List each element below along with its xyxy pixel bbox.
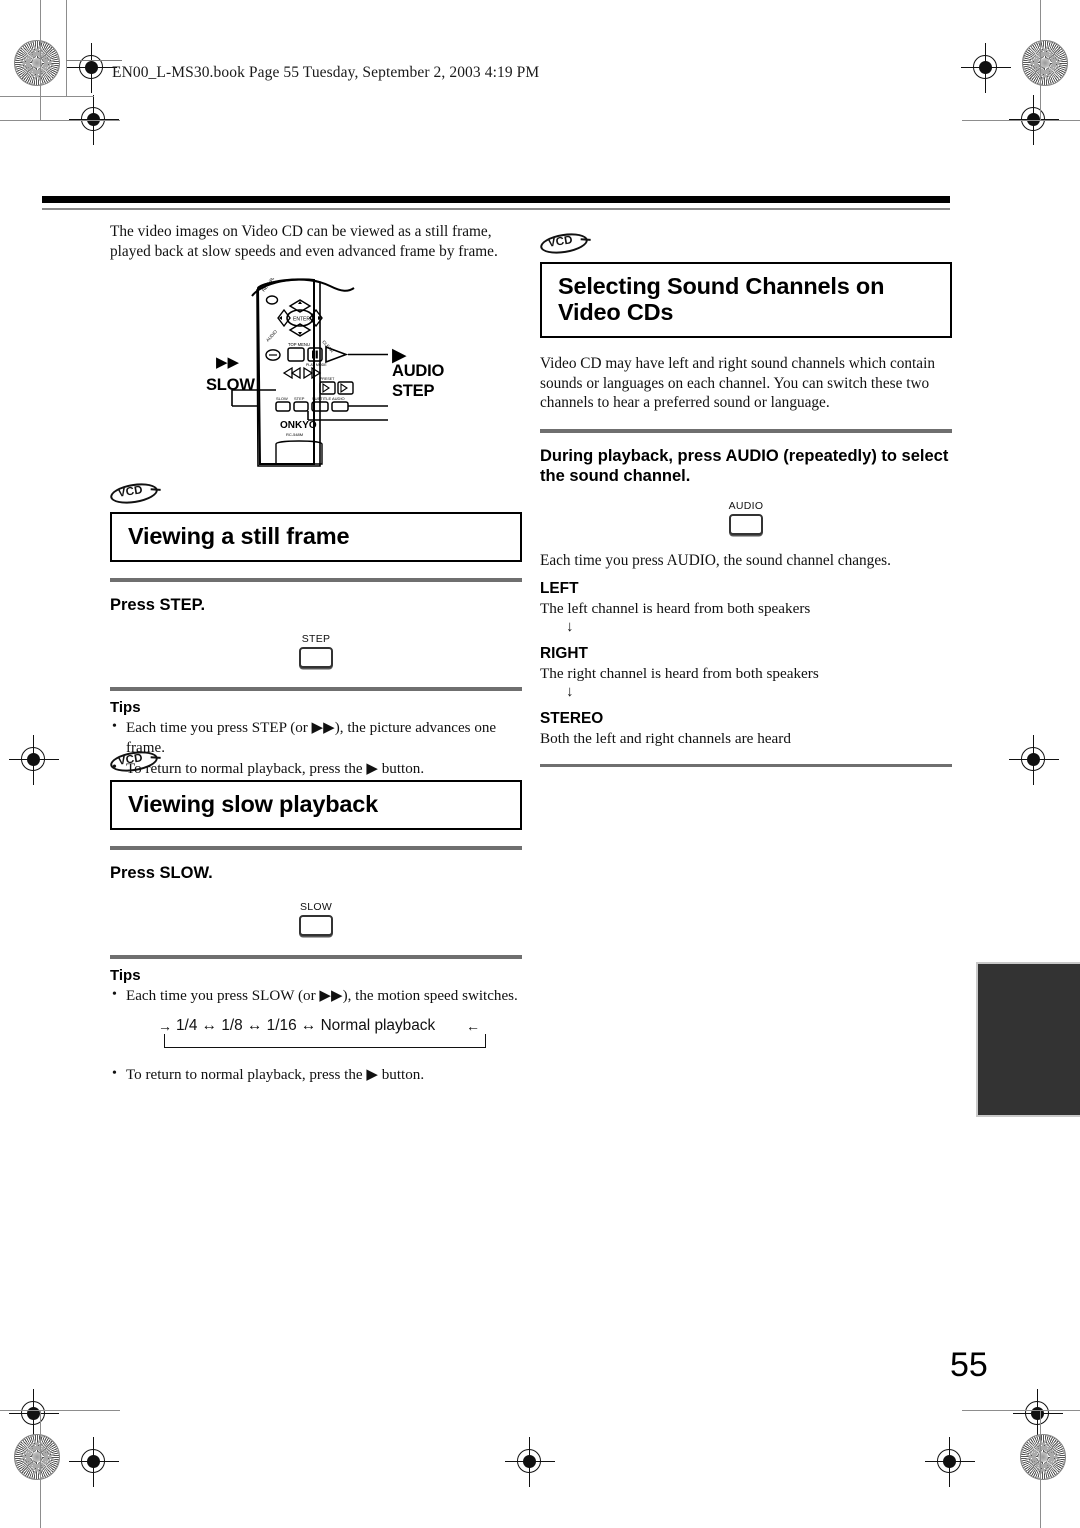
- sound-channels-intro: Video CD may have left and right sound c…: [540, 355, 935, 412]
- trim-line-top-right-horizontal: [962, 120, 1080, 122]
- trim-line-top-horizontal-2: [0, 96, 94, 98]
- svg-text:SUBTITLE: SUBTITLE: [312, 396, 331, 401]
- instruction-press-slow: Press SLOW.: [110, 864, 213, 883]
- audio-press-note: Each time you press AUDIO, the sound cha…: [540, 551, 891, 569]
- trim-line-right-vertical: [1040, 0, 1042, 120]
- tips-divider-rule-still: [110, 687, 522, 691]
- trim-line-top-horizontal: [0, 120, 120, 122]
- button-icon-slow: SLOW: [110, 901, 522, 937]
- channel-entry-stereo: STEREO Both the left and right channels …: [540, 710, 952, 748]
- sound-channels-divider-rule: [540, 428, 952, 433]
- page-number: 55: [950, 1346, 988, 1384]
- button-icon-slow-key: [299, 915, 333, 937]
- channel-name: RIGHT: [540, 644, 588, 662]
- tips-title-slow: Tips: [110, 966, 141, 984]
- intro-paragraph: The video images on Video CD can be view…: [110, 223, 498, 260]
- tips-list-slow-first: Each time you press SLOW (or ▶▶), the mo…: [110, 985, 522, 1006]
- callout-audio-label: AUDIO: [392, 362, 445, 380]
- svg-text:PLAY MODE: PLAY MODE: [306, 363, 327, 367]
- svg-text:SLOW: SLOW: [276, 396, 288, 401]
- cycle-lead-out-arrow: ←: [466, 1017, 480, 1034]
- trim-line-left-vertical: [40, 0, 42, 120]
- button-icon-step: STEP: [110, 633, 522, 669]
- channel-description: Both the left and right channels are hea…: [540, 729, 791, 747]
- instruction-press-step: Press STEP.: [110, 596, 206, 615]
- button-icon-step-key: [299, 647, 333, 669]
- trim-line-bottom-right-vertical: [1040, 1410, 1042, 1528]
- channel-description: The right channel is heard from both spe…: [540, 664, 819, 682]
- button-icon-step-label: STEP: [301, 633, 331, 646]
- file-header-line: EN00_L-MS30.book Page 55 Tuesday, Septem…: [112, 64, 540, 81]
- remote-control-illustration: RETURN ENTER AUDIO CLEAR TOP MENU PLAY M…: [202, 274, 445, 468]
- instruction-press-audio: During playback, press AUDIO (repeatedly…: [540, 446, 949, 485]
- channel-entry-right: RIGHT The right channel is heard from bo…: [540, 645, 952, 701]
- cycle-loop-bracket: [164, 1033, 486, 1048]
- svg-text:CLEAR: CLEAR: [321, 339, 335, 353]
- section-divider-rule: [110, 578, 522, 583]
- channel-name: STEREO: [540, 709, 604, 727]
- channel-description: The left channel is heard from both spea…: [540, 599, 811, 617]
- tips-divider-rule-slow: [110, 955, 522, 959]
- registration-mark-bottom-right: [1013, 1389, 1063, 1439]
- tip-item: To return to normal playback, press the …: [110, 1064, 522, 1085]
- vcd-badge-slow-playback: VCD: [108, 748, 162, 775]
- svg-text:STEP: STEP: [294, 396, 305, 401]
- fast-forward-glyph-callout: ▶▶: [216, 355, 240, 371]
- callout-step-label: STEP: [392, 382, 435, 400]
- registration-starburst-top-right: [1022, 40, 1068, 86]
- button-icon-slow-label: SLOW: [299, 901, 333, 914]
- section-title-slow-playback: Viewing slow playback: [110, 780, 522, 830]
- callout-slow-label: SLOW: [206, 376, 255, 394]
- svg-text:ENTER: ENTER: [293, 317, 310, 323]
- button-icon-audio-label: AUDIO: [728, 499, 764, 512]
- registration-mark-left-middle: [9, 735, 59, 785]
- page-top-rule-gray: [42, 208, 950, 211]
- speed-cycle-diagram: → 1/4 ↔ 1/8 ↔ 1/16 ↔ Normal playback ←: [158, 1017, 488, 1055]
- tips-title-still: Tips: [110, 698, 141, 716]
- trim-line-bottom-horizontal: [0, 1410, 120, 1412]
- left-column: The video images on Video CD can be view…: [110, 222, 522, 261]
- channel-flow-arrow: ↓: [566, 618, 574, 635]
- registration-mark-right-middle: [1009, 735, 1059, 785]
- svg-text:TOP MENU: TOP MENU: [288, 342, 310, 347]
- section-title-sound-channels: Selecting Sound Channels on Video CDs: [540, 262, 952, 338]
- page-thumb-tab: [976, 962, 1080, 1117]
- section-viewing-slow-playback: VCD Viewing slow playback Press SLOW. SL…: [108, 748, 522, 1086]
- right-column: VCD Selecting Sound Channels on Video CD…: [538, 230, 952, 780]
- channel-flow-arrow: ↓: [566, 683, 574, 700]
- vcd-badge-sound-channels: VCD: [538, 230, 592, 257]
- button-icon-audio: AUDIO: [540, 500, 952, 535]
- registration-mark-bottom-right-inner: [925, 1437, 975, 1487]
- svg-text:RC-548M: RC-548M: [286, 432, 303, 437]
- section-title-still-frame: Viewing a still frame: [110, 512, 522, 562]
- tip-item: Each time you press SLOW (or ▶▶), the mo…: [110, 985, 522, 1006]
- header-rule: [66, 60, 122, 62]
- trim-line-left-vertical-2: [66, 0, 68, 96]
- tips-list-slow-last: To return to normal playback, press the …: [110, 1064, 522, 1085]
- trim-line-bottom-right-horizontal: [962, 1410, 1080, 1412]
- sound-channels-bottom-rule: [540, 763, 952, 767]
- trim-line-bottom-left-vertical: [40, 1410, 42, 1528]
- registration-mark-bottom-center: [505, 1437, 555, 1487]
- registration-starburst-bottom-right: [1020, 1434, 1066, 1480]
- svg-text:ONKYO: ONKYO: [280, 420, 317, 431]
- channel-entry-left: LEFT The left channel is heard from both…: [540, 580, 952, 636]
- cycle-sequence: 1/4 ↔ 1/8 ↔ 1/16 ↔ Normal playback: [176, 1016, 436, 1034]
- registration-mark-bottom-left-inner: [69, 1437, 119, 1487]
- cycle-lead-in-arrow: →: [158, 1017, 172, 1034]
- vcd-badge-still-frame: VCD: [108, 480, 162, 507]
- registration-mark-top-header: [67, 43, 117, 93]
- registration-mark-top-right: [961, 43, 1011, 93]
- page-top-rule-black: [42, 196, 950, 203]
- svg-text:AUDIO: AUDIO: [332, 396, 345, 401]
- registration-starburst-bottom-left: [14, 1434, 60, 1480]
- section-divider-rule: [110, 846, 522, 851]
- svg-text:PRESET: PRESET: [320, 377, 335, 381]
- registration-starburst-top-left: [14, 40, 60, 86]
- channel-name: LEFT: [540, 579, 579, 597]
- section-viewing-still-frame: VCD Viewing a still frame Press STEP. ST…: [108, 480, 522, 780]
- registration-mark-bottom-left: [9, 1389, 59, 1439]
- button-icon-audio-key: [729, 513, 763, 535]
